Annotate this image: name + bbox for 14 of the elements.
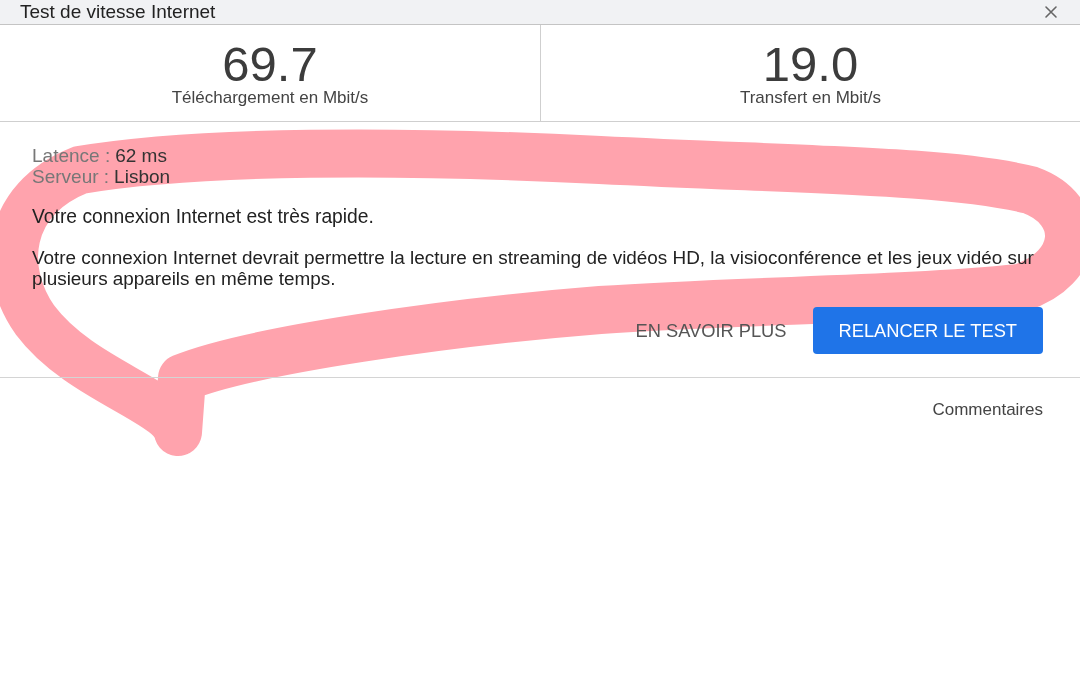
rerun-test-button[interactable]: RELANCER LE TEST	[812, 307, 1043, 354]
feedback-link[interactable]: Commentaires	[932, 400, 1043, 420]
detail-value: 62 ms	[115, 145, 167, 166]
close-icon[interactable]	[1044, 5, 1058, 19]
window-title: Test de vitesse Internet	[20, 1, 216, 23]
speed-value: 19.0	[762, 40, 859, 88]
speed-label: Transfert en Mbit/s	[739, 88, 882, 108]
detail-label: Serveur :	[32, 166, 110, 187]
description-text: Votre connexion Internet devrait permettre la lecture en streaming de vidéos HD, la visioconférence et les jeux vidéo sur plusieurs appareils en même temps.	[32, 247, 1035, 289]
learn-more-button[interactable]: EN SAVOIR PLUS	[623, 307, 799, 354]
detail-value: Lisbon	[114, 166, 171, 187]
speed-value: 69.7	[222, 40, 318, 88]
speed-label: Téléchargement en Mbit/s	[171, 88, 369, 108]
summary-text: Votre connexion Internet est très rapide.	[32, 206, 375, 227]
